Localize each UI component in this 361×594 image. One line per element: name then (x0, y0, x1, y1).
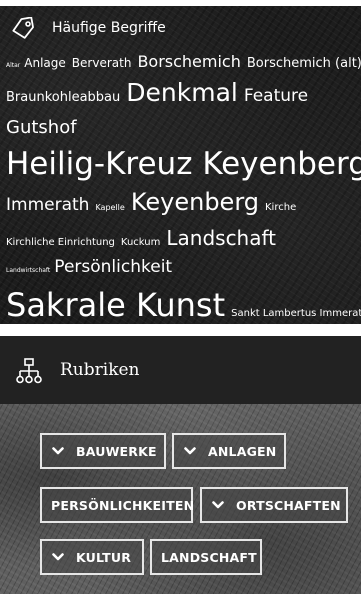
category-label: BAUWERKE (76, 443, 157, 459)
tag-persoenlichkeit[interactable]: Persönlichkeit (54, 259, 172, 276)
categories-header: Rubriken (0, 336, 361, 404)
tag-kuckum[interactable]: Kuckum (121, 238, 160, 248)
category-ortschaften-button[interactable]: ORTSCHAFTEN (200, 487, 348, 523)
chevron-down-icon (52, 447, 64, 455)
category-label: KULTUR (76, 549, 132, 565)
tag-gutshof[interactable]: Gutshof (6, 119, 77, 137)
category-bauwerke-button[interactable]: BAUWERKE (40, 433, 166, 469)
tag-sankt-lambertus-immerath[interactable]: Sankt Lambertus Immerath (231, 309, 361, 319)
sitemap-icon (16, 358, 42, 384)
tag-landwirtschaft[interactable]: Landwirtschaft (6, 268, 50, 274)
tag-sakrale-kunst[interactable]: Sakrale Kunst (6, 289, 225, 321)
tag-landschaft[interactable]: Landschaft (166, 228, 276, 248)
category-label: PERSÖNLICHKEITEN (51, 497, 195, 513)
chevron-down-icon (52, 553, 64, 561)
chevron-down-icon (184, 447, 196, 455)
tag-cloud-widget: Häufige Begriffe Altar Anlage Berverath Bor… (0, 6, 361, 324)
category-label: LANDSCHAFT (161, 549, 257, 565)
tag-immerath[interactable]: Immerath (6, 197, 89, 214)
category-persoenlichkeiten-button[interactable]: PERSÖNLICHKEITEN (40, 487, 195, 523)
tag-kirchliche-einrichtung[interactable]: Kirchliche Einrichtung (6, 238, 115, 248)
tag-braunkohleabbau[interactable]: Braunkohleabbau (6, 91, 120, 104)
category-anlagen-button[interactable]: ANLAGEN (172, 433, 286, 469)
categories-title: Rubriken (60, 360, 140, 380)
tag-icon (12, 17, 34, 39)
category-label: ANLAGEN (208, 443, 277, 459)
chevron-down-icon (212, 501, 224, 509)
tag-kirche[interactable]: Kirche (265, 203, 296, 213)
category-kultur-button[interactable]: KULTUR (40, 539, 144, 575)
tag-berverath[interactable]: Berverath (72, 57, 132, 69)
tag-cloud-header: Häufige Begriffe (0, 6, 361, 48)
tag-altar[interactable]: Altar (6, 63, 20, 69)
categories-widget: Rubriken BAUWERKE ANLAGEN PERSÖNLICHKEIT… (0, 336, 361, 594)
tag-denkmal[interactable]: Denkmal (126, 80, 238, 105)
tag-cloud-title: Häufige Begriffe (52, 20, 166, 36)
tag-feature[interactable]: Feature (244, 88, 308, 105)
tag-heilig-kreuz-keyenberg[interactable]: Heilig-Kreuz Keyenberg (6, 149, 361, 180)
tag-borschemich-alt[interactable]: Borschemich (alt) (247, 57, 361, 70)
tag-keyenberg[interactable]: Keyenberg (131, 190, 259, 214)
category-landschaft-button[interactable]: LANDSCHAFT (150, 539, 262, 575)
category-label: ORTSCHAFTEN (236, 497, 341, 513)
tag-anlage[interactable]: Anlage (24, 57, 66, 69)
tag-kapelle[interactable]: Kapelle (95, 204, 124, 212)
tag-borschemich[interactable]: Borschemich (137, 54, 240, 70)
